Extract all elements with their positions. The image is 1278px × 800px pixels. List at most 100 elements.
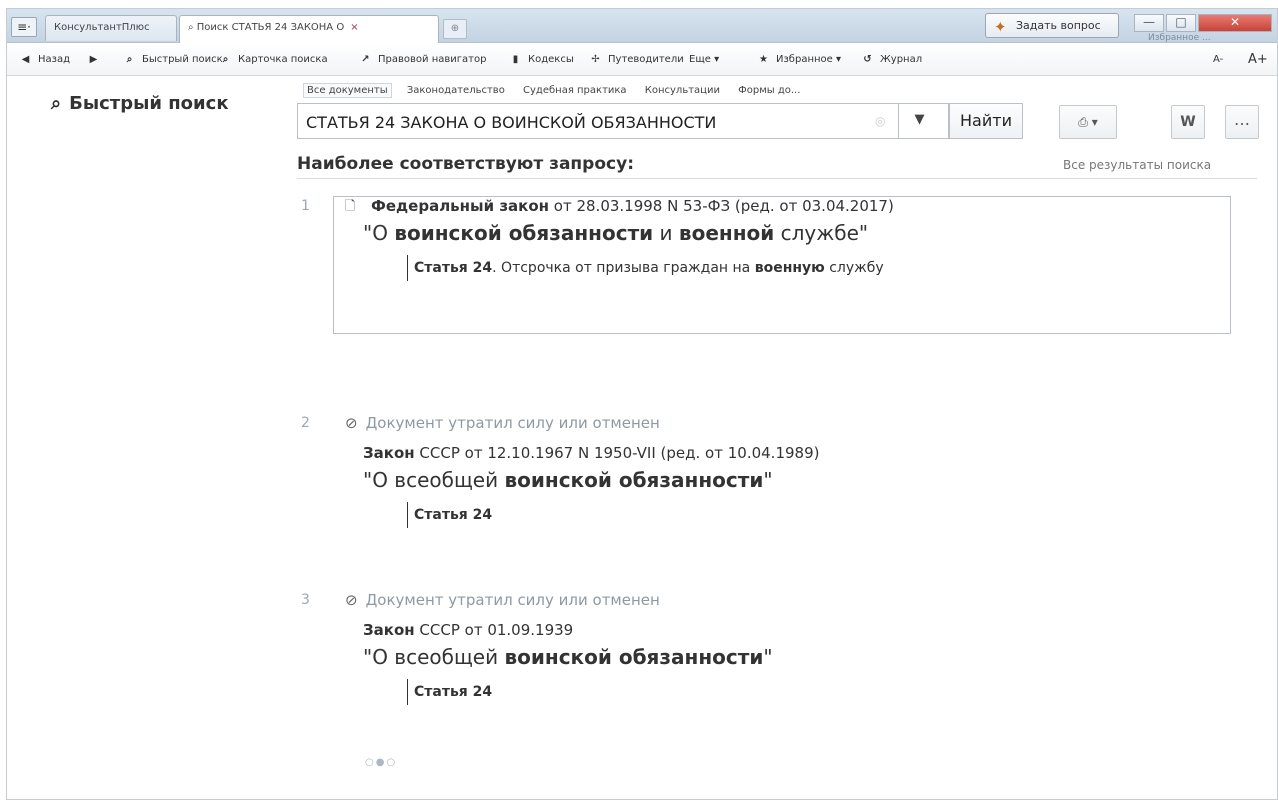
- result-3-document-title[interactable]: Закон СССР от 01.09.1939: [363, 621, 573, 639]
- guides-button[interactable]: ✢ Путеводители: [587, 51, 683, 69]
- quick-search-button[interactable]: ⌕ Быстрый поиск: [121, 51, 223, 69]
- search-card-icon: ⌕: [222, 54, 229, 65]
- printer-icon: ⎙: [1078, 115, 1092, 129]
- search-filters: Все документы Законодательство Судебная …: [303, 83, 812, 98]
- result-2-details: СССР от 12.10.1967 N 1950-VII (ред. от 1…: [414, 444, 820, 462]
- result-1-title-part1: "О: [363, 221, 395, 245]
- app-menu-button[interactable]: ≡·: [11, 17, 37, 37]
- filter-all-documents[interactable]: Все документы: [303, 83, 392, 98]
- status-label: Документ утратил силу или отменен: [365, 414, 660, 432]
- result-number: 2: [301, 415, 310, 431]
- all-results-link[interactable]: Все результаты поиска: [1063, 158, 1211, 172]
- favorites-button[interactable]: ★ Избранное ▾: [755, 51, 841, 69]
- result-2-title-part2: ": [763, 468, 773, 492]
- codes-label: Кодексы: [528, 54, 574, 65]
- new-tab-button[interactable]: ⊕: [443, 19, 467, 39]
- navigator-icon: ↗: [361, 54, 370, 65]
- font-increase-button[interactable]: A+: [1248, 51, 1268, 69]
- back-label: Назад: [38, 54, 71, 65]
- result-2-doc-type: Закон: [363, 444, 415, 462]
- tab-close-icon[interactable]: ×: [350, 16, 358, 40]
- minimize-button[interactable]: —: [1134, 14, 1164, 32]
- clear-search-icon[interactable]: ◎: [875, 114, 885, 128]
- close-window-button[interactable]: ✕: [1198, 14, 1272, 32]
- filter-forms[interactable]: Формы до...: [735, 84, 803, 97]
- search-card-label: Карточка поиска: [238, 54, 328, 65]
- pagination-dots[interactable]: ○●○: [365, 757, 397, 768]
- word-export-button[interactable]: W: [1171, 105, 1205, 139]
- filter-legislation[interactable]: Законодательство: [404, 84, 508, 97]
- print-dropdown-label: ▾: [1091, 115, 1098, 129]
- results-title: Наиболее соответствуют запросу:: [297, 154, 634, 174]
- tab-search-label: Поиск СТАТЬЯ 24 ЗАКОНА О: [196, 22, 345, 33]
- result-3-details: СССР от 01.09.1939: [414, 621, 574, 639]
- result-1-title[interactable]: "О воинской обязанности и военной службе…: [363, 221, 868, 245]
- find-button[interactable]: Найти: [949, 103, 1023, 139]
- tab-consultant-plus[interactable]: КонсультантПлюс: [45, 15, 177, 41]
- guides-icon: ✢: [591, 54, 600, 65]
- search-history-dropdown[interactable]: ▼: [898, 103, 940, 139]
- result-2-article-link[interactable]: Статья 24: [407, 502, 492, 528]
- result-1-document-title[interactable]: Федеральный закон от 28.03.1998 N 53-ФЗ …: [371, 197, 894, 215]
- result-1-article-label: Статья 24: [414, 260, 493, 276]
- search-result-1[interactable]: 1 🗋 Федеральный закон от 28.03.1998 N 53…: [297, 196, 1257, 347]
- favorites-link[interactable]: Избранное ...: [1148, 33, 1211, 43]
- result-3-title-part1: "О всеобщей: [363, 645, 505, 669]
- result-1-article-text: . Отсрочка от призыва граждан на: [492, 260, 755, 276]
- filter-consultations[interactable]: Консультации: [642, 84, 723, 97]
- more-label: Еще ▾: [689, 54, 720, 65]
- result-number: 3: [301, 592, 310, 608]
- codes-button[interactable]: ▮ Кодексы: [507, 51, 574, 69]
- forward-button[interactable]: ▶: [85, 51, 106, 69]
- tab-consultant-plus-label: КонсультантПлюс: [54, 22, 150, 33]
- maximize-button[interactable]: □: [1166, 14, 1196, 32]
- history-icon: ↺: [863, 54, 872, 65]
- result-3-title-bold1: воинской обязанности: [504, 645, 764, 669]
- result-2-title[interactable]: "О всеобщей воинской обязанности": [363, 468, 773, 492]
- result-3-article-link[interactable]: Статья 24: [407, 679, 492, 705]
- journal-label: Журнал: [880, 54, 923, 65]
- more-button[interactable]: Еще ▾: [689, 51, 719, 69]
- result-1-article-bold: военную: [754, 260, 825, 276]
- search-icon: ⌕: [51, 93, 62, 114]
- tab-search[interactable]: ⌕ Поиск СТАТЬЯ 24 ЗАКОНА О ×: [179, 15, 439, 43]
- search-icon: ⌕: [188, 22, 197, 33]
- journal-button[interactable]: ↺ Журнал: [859, 51, 922, 69]
- print-button[interactable]: ⎙ ▾: [1059, 105, 1117, 139]
- back-button[interactable]: ◀ Назад: [17, 51, 70, 69]
- result-1-title-bold1: воинской обязанности: [394, 221, 654, 245]
- repealed-icon: ⊘: [345, 591, 358, 609]
- result-3-doc-type: Закон: [363, 621, 415, 639]
- result-1-details: от 28.03.1998 N 53-ФЗ (ред. от 03.04.201…: [549, 197, 894, 215]
- repealed-icon: ⊘: [345, 414, 358, 432]
- legal-navigator-button[interactable]: ↗ Правовой навигатор: [357, 51, 486, 69]
- result-1-doc-type: Федеральный закон: [371, 197, 550, 215]
- app-window: ≡· КонсультантПлюс ⌕ Поиск СТАТЬЯ 24 ЗАК…: [6, 8, 1278, 800]
- result-1-article-link[interactable]: Статья 24. Отсрочка от призыва граждан н…: [407, 255, 884, 281]
- result-3-title-part2: ": [763, 645, 773, 669]
- document-icon: 🗋: [345, 199, 356, 214]
- font-decrease-button[interactable]: A-: [1213, 51, 1223, 69]
- result-number: 1: [301, 198, 310, 214]
- legal-navigator-label: Правовой навигатор: [378, 54, 487, 65]
- result-1-title-part2: и: [653, 221, 679, 245]
- document-status: ⊘ Документ утратил силу или отменен: [345, 591, 660, 609]
- back-icon: ◀: [21, 54, 30, 65]
- search-result-3[interactable]: 3 ⊘ Документ утратил силу или отменен Зак…: [297, 591, 1257, 741]
- page-title-label: Быстрый поиск: [69, 93, 229, 114]
- result-2-document-title[interactable]: Закон СССР от 12.10.1967 N 1950-VII (ред…: [363, 444, 819, 462]
- search-input[interactable]: [306, 112, 866, 132]
- codes-icon: ▮: [512, 54, 519, 65]
- search-result-2[interactable]: 2 ⊘ Документ утратил силу или отменен Зак…: [297, 414, 1257, 564]
- search-card-button[interactable]: ⌕ Карточка поиска: [217, 51, 328, 69]
- title-bar: ≡· КонсультантПлюс ⌕ Поиск СТАТЬЯ 24 ЗАК…: [7, 9, 1277, 43]
- result-1-article-text-end: службу: [824, 260, 884, 276]
- result-3-title[interactable]: "О всеобщей воинской обязанности": [363, 645, 773, 669]
- result-2-title-bold1: воинской обязанности: [504, 468, 764, 492]
- result-1-title-part3: службе": [774, 221, 869, 245]
- filter-judicial-practice[interactable]: Судебная практика: [520, 84, 630, 97]
- results-divider: [297, 178, 1257, 179]
- ask-question-button[interactable]: ✦ Задать вопрос: [985, 13, 1119, 38]
- result-2-article-label: Статья 24: [414, 507, 493, 523]
- more-actions-button[interactable]: …: [1225, 105, 1259, 139]
